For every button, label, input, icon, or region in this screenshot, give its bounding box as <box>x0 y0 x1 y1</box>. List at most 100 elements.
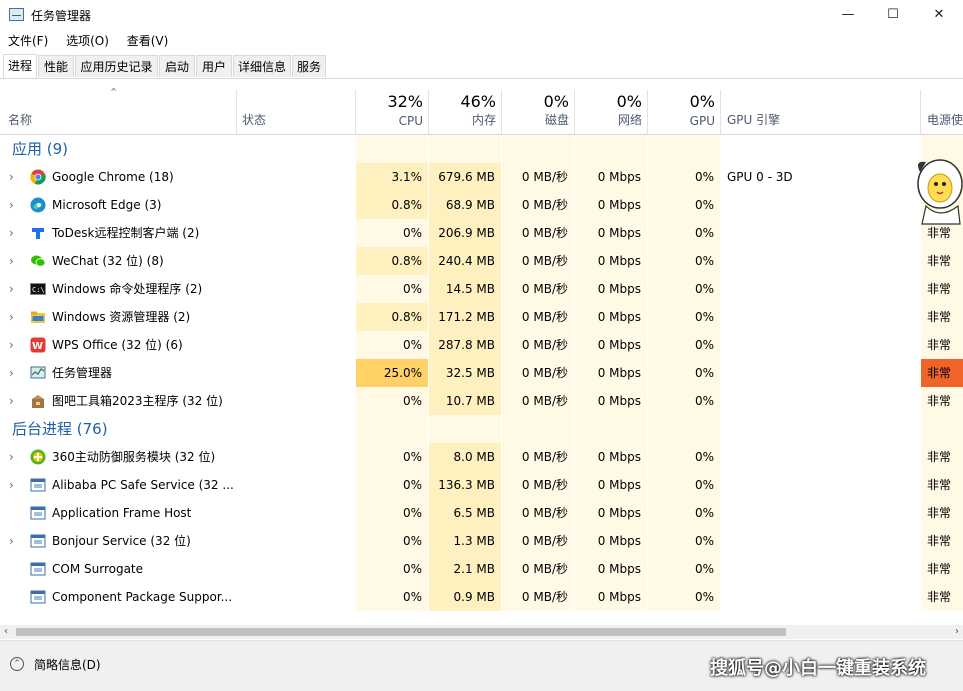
cell-power: 非常 <box>927 366 952 380</box>
process-row[interactable]: Application Frame Host 0% 6.5 MB 0 MB/秒 0 Mb… <box>0 499 963 527</box>
minimize-button[interactable]: — <box>825 0 871 30</box>
expand-chevron-icon[interactable]: › <box>9 163 14 191</box>
tab-processes[interactable]: 进程 <box>3 54 37 78</box>
gpu-total: 0% <box>689 92 715 111</box>
scroll-right-icon[interactable]: › <box>955 625 959 639</box>
title-bar: 任务管理器 — ☐ ✕ <box>0 0 963 30</box>
expand-chevron-icon[interactable]: › <box>9 191 14 219</box>
expand-chevron-icon[interactable]: › <box>9 331 14 359</box>
col-network-label: 网络 <box>617 113 642 127</box>
cell-net: 0 Mbps <box>575 303 648 331</box>
collapse-chevron-icon[interactable]: ⌃ <box>10 657 24 671</box>
col-name[interactable]: 名称 <box>0 90 236 134</box>
process-row[interactable]: › 360主动防御服务模块 (32 位) 0% 8.0 MB 0 MB/秒 0 Mbps 0… <box>0 443 963 471</box>
process-row[interactable]: › W WPS Office (32 位) (6) 0% 287.8 MB 0 MB/秒 0… <box>0 331 963 359</box>
window-title: 任务管理器 <box>31 9 92 23</box>
col-power[interactable]: 电源使 <box>921 90 963 134</box>
cell-net: 0 Mbps <box>575 359 648 387</box>
menu-options[interactable]: 选项(O) <box>66 31 109 51</box>
tab-app-history[interactable]: 应用历史记录 <box>75 55 158 77</box>
cell-gpu: 0% <box>648 163 721 191</box>
cell-mem: 68.9 MB <box>429 191 502 219</box>
col-gpu-engine[interactable]: GPU 引擎 <box>721 90 921 134</box>
process-row[interactable]: › Google Chrome (18) 3.1% 679.6 MB 0 MB/秒 0 M… <box>0 163 963 191</box>
scrollbar-thumb[interactable] <box>16 628 786 636</box>
col-cpu-label: CPU <box>398 114 423 128</box>
cell-power: 非常 <box>927 310 952 324</box>
tuba-icon <box>30 393 46 409</box>
cell-gpu: 0% <box>648 275 721 303</box>
col-gpu[interactable]: 0% GPU <box>648 90 721 134</box>
menu-view[interactable]: 查看(V) <box>127 31 169 51</box>
cell-disk: 0 MB/秒 <box>502 527 575 555</box>
cell-disk: 0 MB/秒 <box>502 331 575 359</box>
cell-gpu: 0% <box>648 387 721 415</box>
cell-cpu: 0% <box>356 471 429 499</box>
cell-disk: 0 MB/秒 <box>502 387 575 415</box>
cell-power: 非常 <box>927 338 952 352</box>
process-row[interactable]: › WeChat (32 位) (8) 0.8% 240.4 MB 0 MB/秒 0 Mb… <box>0 247 963 275</box>
maximize-button[interactable]: ☐ <box>870 0 916 30</box>
tab-users[interactable]: 用户 <box>196 55 232 77</box>
expand-chevron-icon[interactable]: › <box>9 471 14 499</box>
cell-disk: 0 MB/秒 <box>502 303 575 331</box>
cell-gpu: 0% <box>648 359 721 387</box>
cell-gpu: 0% <box>648 331 721 359</box>
cell-disk: 0 MB/秒 <box>502 163 575 191</box>
expand-chevron-icon[interactable]: › <box>9 303 14 331</box>
process-row[interactable]: Component Package Suppor... 0% 0.9 MB 0 MB/… <box>0 583 963 611</box>
cell-cpu: 0.8% <box>356 191 429 219</box>
col-cpu[interactable]: 32% CPU <box>356 90 429 134</box>
process-row[interactable]: › Alibaba PC Safe Service (32 ... 0% 136.3 … <box>0 471 963 499</box>
cell-net: 0 Mbps <box>575 219 648 247</box>
expand-chevron-icon[interactable]: › <box>9 359 14 387</box>
watermark: 搜狐号@小白一键重装系统 <box>710 658 926 679</box>
expand-chevron-icon[interactable]: › <box>9 443 14 471</box>
heat-cell <box>502 415 575 443</box>
process-row[interactable]: › Microsoft Edge (3) 0.8% 68.9 MB 0 MB/秒 0 Mb… <box>0 191 963 219</box>
process-row[interactable]: COM Surrogate 0% 2.1 MB 0 MB/秒 0 Mbps 0% 非常 <box>0 555 963 583</box>
tab-startup[interactable]: 启动 <box>159 55 195 77</box>
process-row[interactable]: › Bonjour Service (32 位) 0% 1.3 MB 0 MB/秒 0 M… <box>0 527 963 555</box>
process-row[interactable]: › 图吧工具箱2023主程序 (32 位) 0% 10.7 MB 0 MB/秒 0 Mbp… <box>0 387 963 415</box>
cell-gpu: 0% <box>648 527 721 555</box>
process-row[interactable]: › C:\ Windows 命令处理程序 (2) 0% 14.5 MB 0 MB/秒 0 M… <box>0 275 963 303</box>
cell-cpu: 0% <box>356 555 429 583</box>
cell-gpu: 0% <box>648 303 721 331</box>
process-row[interactable]: › Windows 资源管理器 (2) 0.8% 171.2 MB 0 MB/秒 0 Mb… <box>0 303 963 331</box>
close-button[interactable]: ✕ <box>916 0 962 30</box>
tab-services[interactable]: 服务 <box>292 55 326 77</box>
expand-chevron-icon[interactable]: › <box>9 247 14 275</box>
service-icon <box>30 589 46 605</box>
process-row[interactable]: › 任务管理器 25.0% 32.5 MB 0 MB/秒 0 Mbps 0% 非常 <box>0 359 963 387</box>
expand-chevron-icon[interactable]: › <box>9 387 14 415</box>
expand-chevron-icon[interactable]: › <box>9 527 14 555</box>
explorer-icon <box>30 309 46 325</box>
cell-disk: 0 MB/秒 <box>502 275 575 303</box>
cell-power: 非常 <box>927 450 952 464</box>
col-network[interactable]: 0% 网络 <box>575 90 648 134</box>
cell-gpu: 0% <box>648 219 721 247</box>
tab-performance[interactable]: 性能 <box>38 55 74 77</box>
cell-mem: 0.9 MB <box>429 583 502 611</box>
cell-power: 非常 <box>927 282 952 296</box>
heat-cell <box>429 415 502 443</box>
menu-file[interactable]: 文件(F) <box>8 31 48 51</box>
cell-mem: 136.3 MB <box>429 471 502 499</box>
col-disk[interactable]: 0% 磁盘 <box>502 90 575 134</box>
cell-net: 0 Mbps <box>575 527 648 555</box>
tab-details[interactable]: 详细信息 <box>233 55 291 77</box>
fewer-details-link[interactable]: 简略信息(D) <box>34 656 101 673</box>
horizontal-scrollbar[interactable]: ‹ › <box>0 625 963 639</box>
expand-chevron-icon[interactable]: › <box>9 219 14 247</box>
wps-icon: W <box>30 337 46 353</box>
col-status[interactable]: 状态 <box>236 90 356 134</box>
service-icon <box>30 505 46 521</box>
col-memory[interactable]: 46% 内存 <box>429 90 502 134</box>
heat-cell <box>356 135 429 163</box>
scroll-left-icon[interactable]: ‹ <box>4 625 8 639</box>
heat-cell <box>648 135 721 163</box>
expand-chevron-icon[interactable]: › <box>9 275 14 303</box>
cell-disk: 0 MB/秒 <box>502 499 575 527</box>
process-row[interactable]: › ToDesk远程控制客户端 (2) 0% 206.9 MB 0 MB/秒 0 Mbps… <box>0 219 963 247</box>
